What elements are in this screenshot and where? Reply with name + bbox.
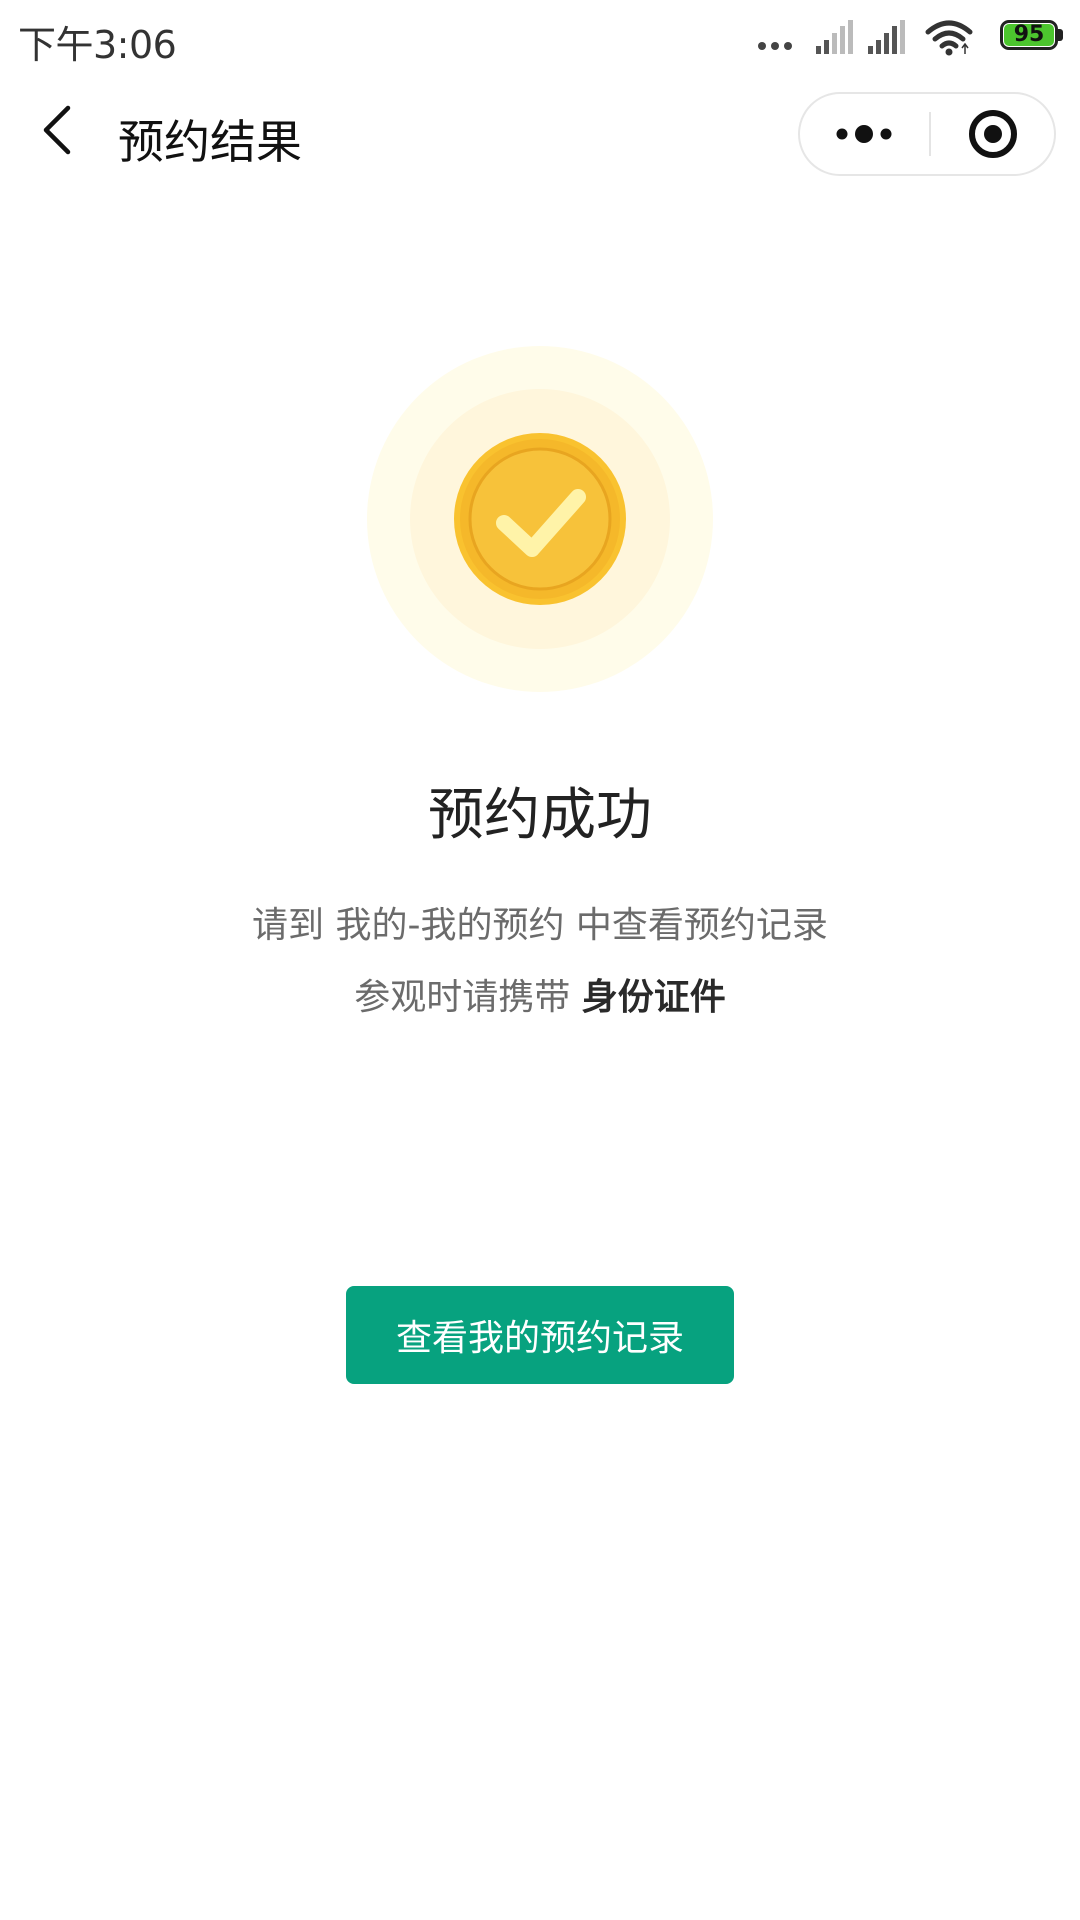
signal-icon: [868, 20, 905, 54]
nav-bar: 预约结果: [0, 76, 1080, 196]
reservation-result-page: 下午3:06 95 预约结果 预约成功 请到 我的-我的预约 中查看预约记录 参…: [0, 0, 1080, 1920]
success-check-icon: [367, 346, 713, 692]
close-miniprogram-button[interactable]: [931, 94, 1056, 174]
result-reminder-line: 参观时请携带 身份证件: [0, 968, 1080, 1020]
chevron-left-icon: [43, 105, 71, 155]
signal-icon: [816, 20, 853, 54]
battery-level: 95: [1013, 22, 1045, 47]
status-time: 下午3:06: [18, 23, 177, 67]
result-hint-line: 请到 我的-我的预约 中查看预约记录: [252, 905, 828, 946]
more-button[interactable]: [800, 94, 928, 174]
page-title: 预约结果: [118, 115, 302, 169]
target-circle-icon: [969, 110, 1017, 158]
dots-icon: [758, 42, 792, 50]
more-dots-icon: [836, 125, 892, 143]
capsule-menu: [798, 92, 1056, 176]
success-icon-wrap: [366, 345, 714, 693]
wifi-icon: [925, 20, 973, 56]
result-title: 预约成功: [428, 783, 652, 848]
reminder-prefix: 参观时请携带: [354, 977, 582, 1018]
view-my-reservations-button[interactable]: 查看我的预约记录: [346, 1286, 734, 1384]
back-button[interactable]: [28, 98, 92, 162]
status-bar: 下午3:06 95: [0, 0, 1080, 76]
id-document-text: 身份证件: [581, 977, 726, 1018]
battery-icon: 95: [1000, 20, 1066, 52]
